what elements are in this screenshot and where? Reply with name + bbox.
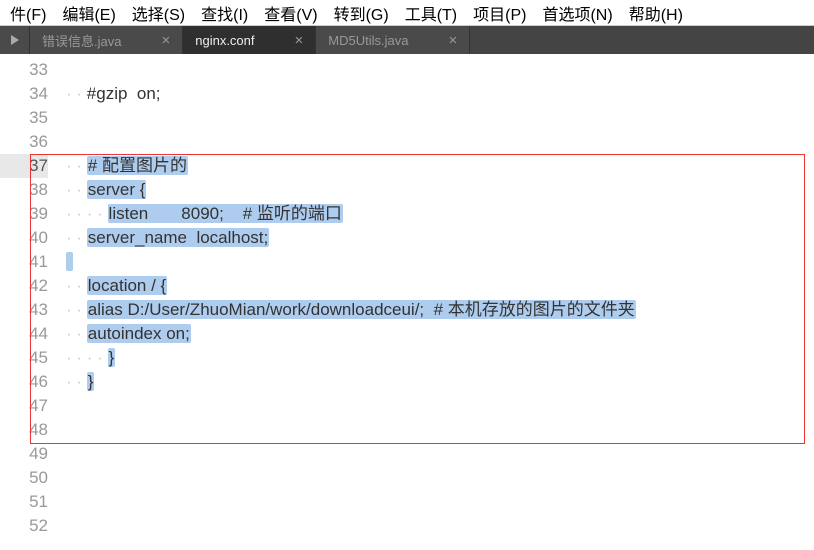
line-number: 48 <box>0 418 48 442</box>
close-icon[interactable]: × <box>161 32 170 49</box>
indent-guide: · · <box>66 300 87 319</box>
code-line[interactable] <box>58 394 814 418</box>
code-line[interactable] <box>58 418 814 442</box>
code-line[interactable] <box>58 58 814 82</box>
line-number: 37 <box>0 154 48 178</box>
tab-label: nginx.conf <box>195 33 254 48</box>
code-text: server_name localhost; <box>87 228 269 247</box>
line-number: 47 <box>0 394 48 418</box>
indent-guide: · · <box>66 84 87 103</box>
code-line[interactable]: · · #gzip on; <box>58 82 814 106</box>
menu-item-4[interactable]: 查看(V) <box>256 0 325 27</box>
line-number: 42 <box>0 274 48 298</box>
code-line[interactable] <box>58 490 814 514</box>
line-number: 44 <box>0 322 48 346</box>
close-icon[interactable]: × <box>295 32 304 49</box>
code-line[interactable] <box>58 250 814 274</box>
code-line[interactable]: · · · · } <box>58 346 814 370</box>
menu-item-3[interactable]: 查找(I) <box>193 0 256 27</box>
line-number: 51 <box>0 490 48 514</box>
tab-错误信息-java[interactable]: 错误信息.java × <box>30 26 183 54</box>
line-number: 39 <box>0 202 48 226</box>
code-area[interactable]: · · #gzip on;· · # 配置图片的· · server {· · … <box>58 54 814 550</box>
code-text: server { <box>87 180 147 199</box>
code-text: } <box>108 348 116 367</box>
line-number-gutter: 3334353637383940414243444546474849505152 <box>0 54 58 550</box>
editor-area[interactable]: 3334353637383940414243444546474849505152… <box>0 54 814 550</box>
indent-guide: · · · · <box>66 348 108 367</box>
line-number: 33 <box>0 58 48 82</box>
indent-guide: · · · · <box>66 204 108 223</box>
code-text: # 配置图片的 <box>87 156 188 175</box>
line-number: 34 <box>0 82 48 106</box>
code-line[interactable] <box>58 130 814 154</box>
indent-guide: · · <box>66 324 87 343</box>
code-text: autoindex on; <box>87 324 191 343</box>
tab-label: 错误信息.java <box>42 31 121 50</box>
code-line[interactable]: · · location / { <box>58 274 814 298</box>
menu-item-2[interactable]: 选择(S) <box>124 0 193 27</box>
code-text: location / { <box>87 276 167 295</box>
indent-guide: · · <box>66 276 87 295</box>
code-line[interactable]: · · alias D:/User/ZhuoMian/work/download… <box>58 298 814 322</box>
line-number: 49 <box>0 442 48 466</box>
indent-guide: · · <box>66 180 87 199</box>
indent-guide: · · <box>66 228 87 247</box>
line-number: 46 <box>0 370 48 394</box>
code-text: #gzip on; <box>87 84 161 103</box>
line-number: 41 <box>0 250 48 274</box>
menu-item-5[interactable]: 转到(G) <box>326 0 397 27</box>
line-number: 43 <box>0 298 48 322</box>
line-number: 38 <box>0 178 48 202</box>
code-line[interactable]: · · server { <box>58 178 814 202</box>
code-line[interactable]: · · } <box>58 370 814 394</box>
code-line[interactable] <box>58 514 814 538</box>
code-text: alias D:/User/ZhuoMian/work/downloadceui… <box>87 300 636 319</box>
indent-guide: · · <box>66 372 87 391</box>
code-line[interactable]: · · # 配置图片的 <box>58 154 814 178</box>
menu-item-6[interactable]: 工具(T) <box>397 0 465 27</box>
tab-nginx-conf[interactable]: nginx.conf × <box>183 26 316 54</box>
line-number: 36 <box>0 130 48 154</box>
close-icon[interactable]: × <box>448 32 457 49</box>
code-line[interactable]: · · autoindex on; <box>58 322 814 346</box>
code-text <box>66 252 73 271</box>
line-number: 52 <box>0 514 48 538</box>
menu-item-0[interactable]: 件(F) <box>2 0 54 27</box>
line-number: 50 <box>0 466 48 490</box>
menu-item-8[interactable]: 首选项(N) <box>534 0 620 27</box>
code-line[interactable]: · · server_name localhost; <box>58 226 814 250</box>
line-number: 40 <box>0 226 48 250</box>
menu-item-9[interactable]: 帮助(H) <box>621 0 691 27</box>
code-line[interactable]: · · · · listen 8090; # 监听的端口 <box>58 202 814 226</box>
code-line[interactable] <box>58 442 814 466</box>
line-number: 45 <box>0 346 48 370</box>
tab-bar: 错误信息.java × nginx.conf × MD5Utils.java × <box>0 26 814 54</box>
indent-guide: · · <box>66 156 87 175</box>
play-button[interactable] <box>0 26 30 54</box>
tab-label: MD5Utils.java <box>328 33 408 48</box>
play-icon <box>10 35 20 45</box>
menu-item-7[interactable]: 项目(P) <box>465 0 534 27</box>
code-line[interactable] <box>58 106 814 130</box>
code-text: listen 8090; # 监听的端口 <box>108 204 343 223</box>
code-line[interactable] <box>58 466 814 490</box>
tab-MD5Utils-java[interactable]: MD5Utils.java × <box>316 26 470 54</box>
line-number: 35 <box>0 106 48 130</box>
menu-bar: 件(F)编辑(E)选择(S)查找(I)查看(V)转到(G)工具(T)项目(P)首… <box>0 0 814 26</box>
code-text: } <box>87 372 95 391</box>
menu-item-1[interactable]: 编辑(E) <box>54 0 123 27</box>
